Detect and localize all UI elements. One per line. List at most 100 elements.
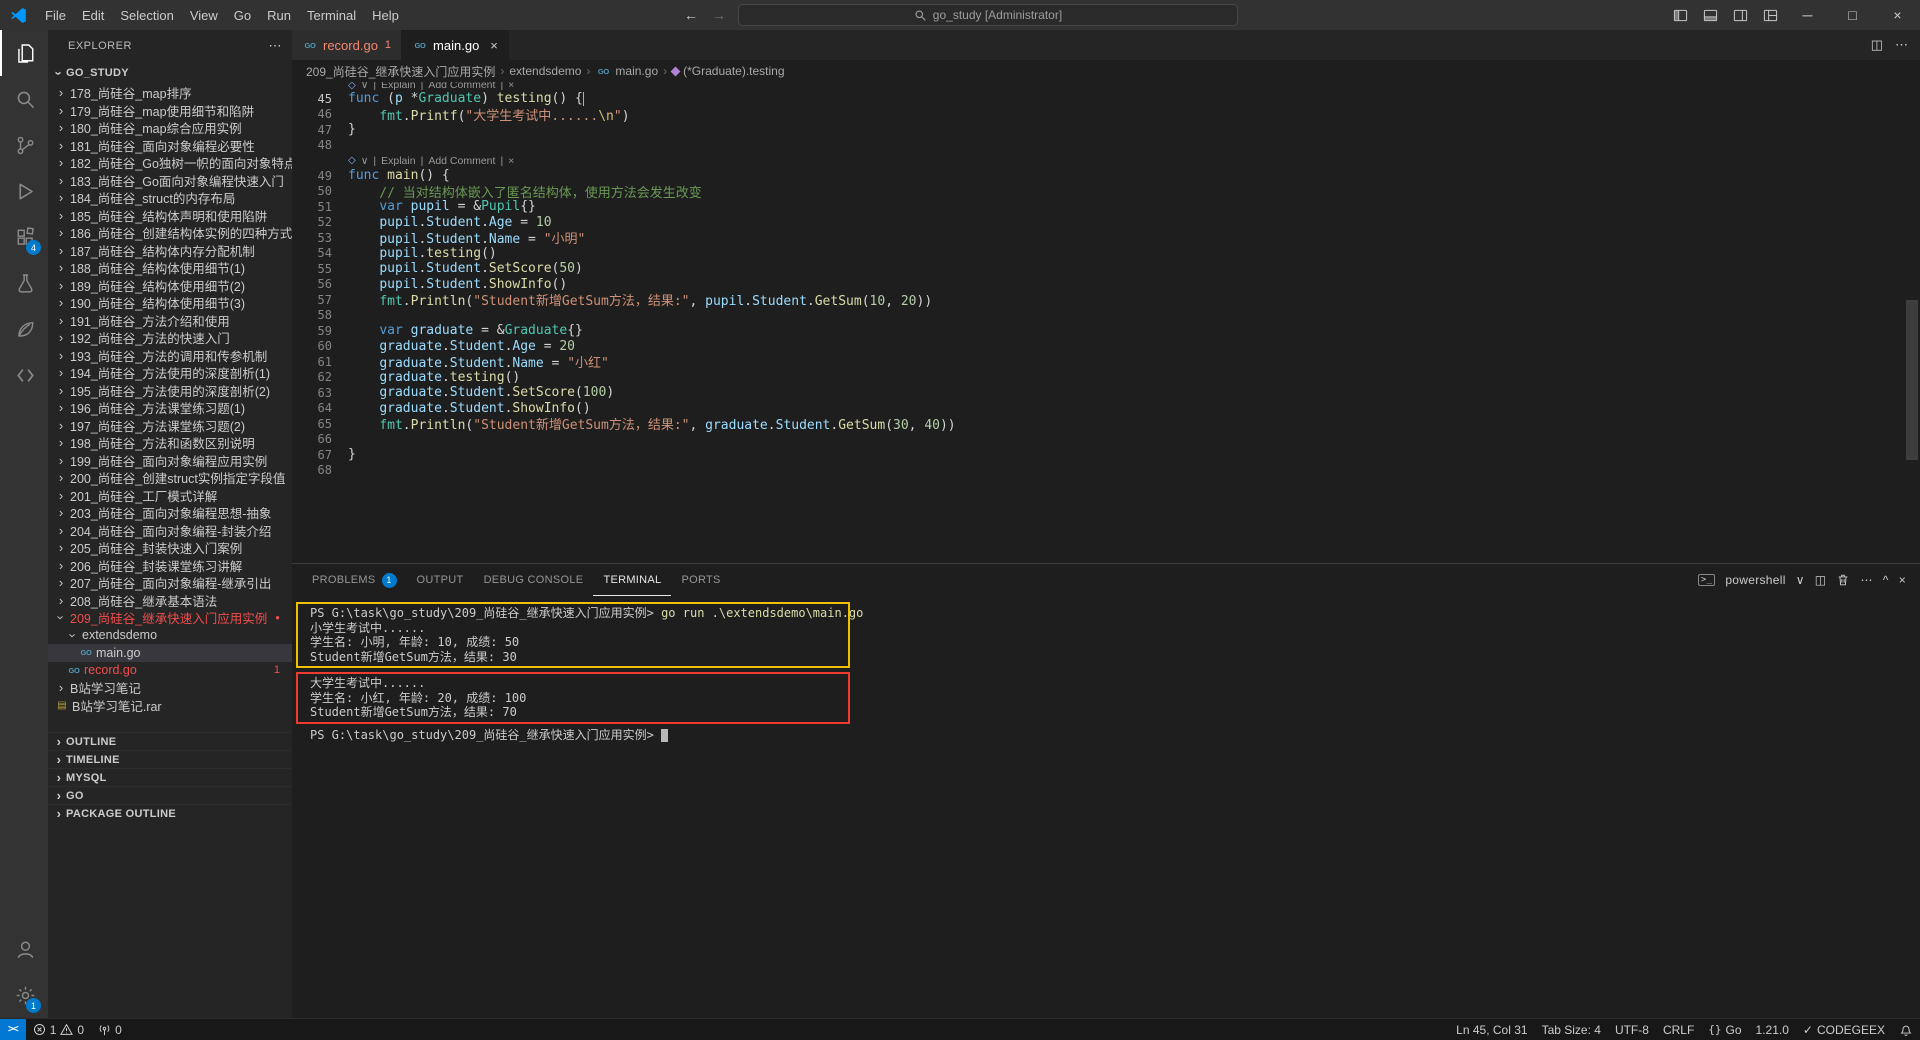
- folder-row[interactable]: › 189_尚硅谷_结构体使用细节(2): [48, 277, 292, 295]
- activity-explorer[interactable]: [0, 30, 48, 76]
- folder-row[interactable]: › 191_尚硅谷_方法介绍和使用: [48, 312, 292, 330]
- folder-row[interactable]: › 206_尚硅谷_封装课堂练习讲解: [48, 557, 292, 575]
- folder-row[interactable]: › 186_尚硅谷_创建结构体实例的四种方式: [48, 224, 292, 242]
- menu-selection[interactable]: Selection: [112, 5, 181, 26]
- menu-edit[interactable]: Edit: [74, 5, 112, 26]
- folder-row[interactable]: › 209_尚硅谷_继承快速入门应用实例 ●: [48, 609, 292, 627]
- editor-more-icon[interactable]: ⋯: [1895, 37, 1908, 53]
- eol-sequence[interactable]: CRLF: [1656, 1019, 1701, 1040]
- folder-row[interactable]: › 207_尚硅谷_面向对象编程-继承引出: [48, 574, 292, 592]
- close-button[interactable]: ×: [1875, 0, 1920, 30]
- folder-row[interactable]: › 198_尚硅谷_方法和函数区别说明: [48, 434, 292, 452]
- encoding[interactable]: UTF-8: [1608, 1019, 1656, 1040]
- folder-row[interactable]: › 181_尚硅谷_面向对象编程必要性: [48, 137, 292, 155]
- activity-run-debug[interactable]: [0, 168, 48, 214]
- shell-name[interactable]: powershell: [1725, 573, 1785, 587]
- menu-terminal[interactable]: Terminal: [299, 5, 364, 26]
- tab-main.go[interactable]: GO main.go ×: [402, 30, 509, 60]
- pane-mysql[interactable]: › MYSQL: [48, 768, 292, 786]
- breadcrumb-item[interactable]: GO main.go: [595, 64, 658, 78]
- folder-row[interactable]: › 178_尚硅谷_map排序: [48, 84, 292, 102]
- folder-row[interactable]: › 196_尚硅谷_方法课堂练习题(1): [48, 399, 292, 417]
- folder-row[interactable]: › 187_尚硅谷_结构体内存分配机制: [48, 242, 292, 260]
- menu-view[interactable]: View: [182, 5, 226, 26]
- cursor-position[interactable]: Ln 45, Col 31: [1449, 1019, 1534, 1040]
- folder-row[interactable]: › 192_尚硅谷_方法的快速入门: [48, 329, 292, 347]
- folder-row[interactable]: › 190_尚硅谷_结构体使用细节(3): [48, 294, 292, 312]
- forward-arrow-icon[interactable]: →: [710, 7, 728, 23]
- notifications[interactable]: [1892, 1019, 1920, 1040]
- folder-row[interactable]: › 188_尚硅谷_结构体使用细节(1): [48, 259, 292, 277]
- toggle-sidebar-icon[interactable]: [1665, 0, 1695, 30]
- activity-extensions[interactable]: 4: [0, 214, 48, 260]
- close-panel-icon[interactable]: ×: [1899, 573, 1906, 587]
- panel-tab-debug-console[interactable]: DEBUG CONSOLE: [474, 564, 594, 596]
- codegeex-status[interactable]: ✓ CODEGEEX: [1796, 1019, 1892, 1040]
- codelens-close-icon[interactable]: ×: [508, 82, 514, 91]
- toggle-secondary-sidebar-icon[interactable]: [1725, 0, 1755, 30]
- minimize-button[interactable]: ─: [1785, 0, 1830, 30]
- shell-dropdown-icon[interactable]: ∨: [1796, 573, 1805, 587]
- activity-extension-leaf[interactable]: [0, 306, 48, 352]
- folder-row[interactable]: › B站学习笔记: [48, 679, 292, 697]
- menu-help[interactable]: Help: [364, 5, 407, 26]
- panel-tab-problems[interactable]: PROBLEMS 1: [302, 564, 407, 596]
- breadcrumb-item[interactable]: extendsdemo: [509, 64, 581, 78]
- folder-row[interactable]: › 183_尚硅谷_Go面向对象编程快速入门: [48, 172, 292, 190]
- panel-tab-ports[interactable]: PORTS: [671, 564, 730, 596]
- folder-row[interactable]: › 204_尚硅谷_面向对象编程-封装介绍: [48, 522, 292, 540]
- folder-row[interactable]: › 184_尚硅谷_struct的内存布局: [48, 189, 292, 207]
- folder-row[interactable]: › 182_尚硅谷_Go独树一帜的面向对象特点: [48, 154, 292, 172]
- menu-file[interactable]: File: [37, 5, 74, 26]
- breadcrumb-item[interactable]: (*Graduate).testing: [670, 64, 785, 78]
- folder-row[interactable]: › 180_尚硅谷_map综合应用实例: [48, 119, 292, 137]
- back-arrow-icon[interactable]: ←: [682, 7, 700, 23]
- pane-outline[interactable]: › OUTLINE: [48, 732, 292, 750]
- activity-source-control[interactable]: [0, 122, 48, 168]
- kill-terminal-icon[interactable]: [1836, 573, 1850, 587]
- file-row[interactable]: GO record.go 1: [48, 662, 292, 680]
- ports-status[interactable]: 0: [91, 1019, 129, 1040]
- codelens-explain[interactable]: Explain: [381, 155, 415, 167]
- activity-search[interactable]: [0, 76, 48, 122]
- language-mode[interactable]: {} Go: [1701, 1019, 1748, 1040]
- folder-row[interactable]: › 200_尚硅谷_创建struct实例指定字段值: [48, 469, 292, 487]
- indentation[interactable]: Tab Size: 4: [1535, 1019, 1608, 1040]
- menu-run[interactable]: Run: [259, 5, 299, 26]
- folder-row[interactable]: › 194_尚硅谷_方法使用的深度剖析(1): [48, 364, 292, 382]
- codelens-add-comment[interactable]: Add Comment: [428, 82, 495, 91]
- remote-indicator[interactable]: ><: [0, 1019, 26, 1040]
- folder-row[interactable]: › 203_尚硅谷_面向对象编程思想-抽象: [48, 504, 292, 522]
- pane-package-outline[interactable]: › PACKAGE OUTLINE: [48, 804, 292, 822]
- customize-layout-icon[interactable]: [1755, 0, 1785, 30]
- codelens-explain[interactable]: Explain: [381, 82, 415, 91]
- activity-account[interactable]: [0, 926, 48, 972]
- activity-testing[interactable]: [0, 260, 48, 306]
- activity-codegeex[interactable]: [0, 352, 48, 398]
- code-editor[interactable]: ◇ ∨ | Explain | Add Comment | × 45 func (p *Gradu…: [292, 82, 1920, 563]
- pane-go[interactable]: › GO: [48, 786, 292, 804]
- folder-row[interactable]: › 197_尚硅谷_方法课堂练习题(2): [48, 417, 292, 435]
- panel-tab-terminal[interactable]: TERMINAL: [593, 564, 672, 596]
- terminal-content[interactable]: PS G:\task\go_study\209_尚硅谷_继承快速入门应用实例> …: [296, 600, 1900, 1018]
- go-version[interactable]: 1.21.0: [1749, 1019, 1796, 1040]
- split-editor-icon[interactable]: ◫: [1871, 37, 1883, 53]
- folder-row[interactable]: › 201_尚硅谷_工厂模式详解: [48, 487, 292, 505]
- toggle-panel-icon[interactable]: [1695, 0, 1725, 30]
- more-actions-icon[interactable]: ⋯: [269, 38, 283, 54]
- close-icon[interactable]: ×: [490, 38, 498, 53]
- folder-row[interactable]: › 205_尚硅谷_封装快速入门案例: [48, 539, 292, 557]
- activity-settings[interactable]: 1: [0, 972, 48, 1018]
- problems-status[interactable]: 1 0: [26, 1019, 91, 1040]
- command-center-search[interactable]: go_study [Administrator]: [738, 4, 1238, 26]
- menu-go[interactable]: Go: [226, 5, 259, 26]
- panel-tab-output[interactable]: OUTPUT: [407, 564, 474, 596]
- folder-row[interactable]: › 179_尚硅谷_map使用细节和陷阱: [48, 102, 292, 120]
- codelens-close-icon[interactable]: ×: [508, 155, 514, 167]
- folder-row[interactable]: › 199_尚硅谷_面向对象编程应用实例: [48, 452, 292, 470]
- maximize-panel-icon[interactable]: ^: [1883, 573, 1889, 587]
- split-terminal-icon[interactable]: ◫: [1815, 573, 1827, 587]
- editor-scrollbar[interactable]: [1906, 300, 1918, 460]
- maximize-button[interactable]: □: [1830, 0, 1875, 30]
- folder-row[interactable]: › 208_尚硅谷_继承基本语法: [48, 592, 292, 610]
